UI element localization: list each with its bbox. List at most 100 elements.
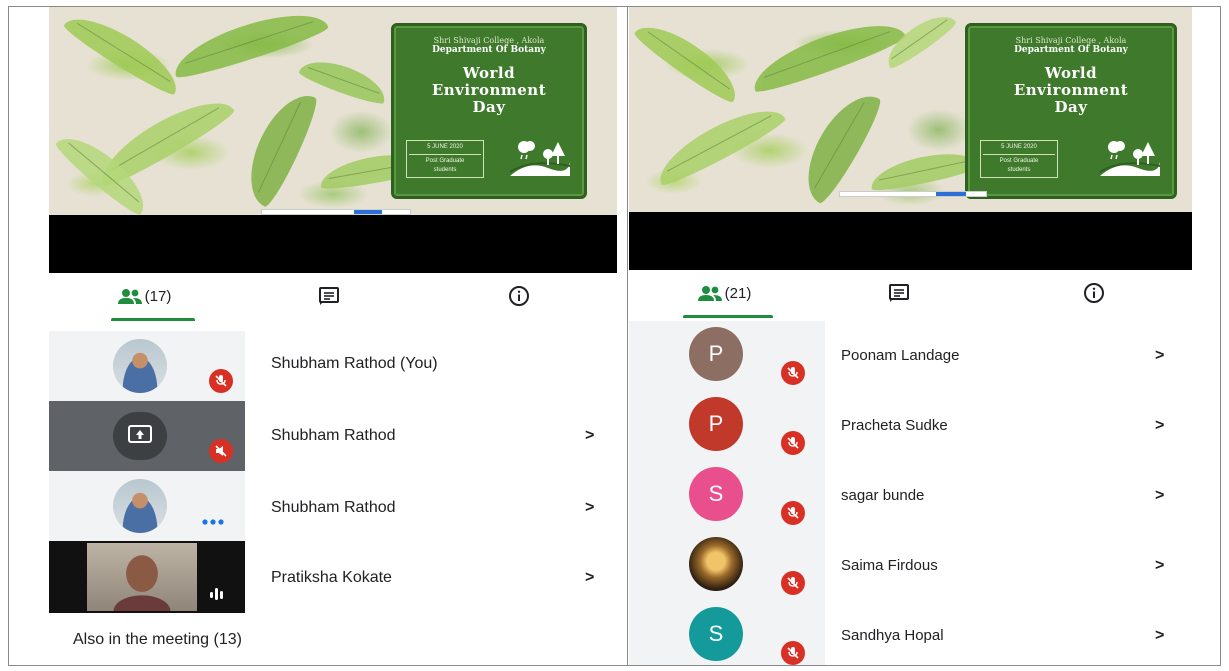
- participant-tile: [49, 471, 245, 541]
- presentation-slide: Shri Shivaji College , Akola Department …: [629, 7, 1192, 212]
- banner-title: World Environment Day: [394, 65, 584, 116]
- video-feed: [87, 543, 197, 611]
- tab-participants[interactable]: (21): [669, 270, 779, 316]
- participant-tile: P: [629, 391, 825, 461]
- avatar-letter: P: [708, 341, 724, 366]
- participant-name: Saima Firdous: [841, 557, 938, 574]
- participant-tile: P: [629, 321, 825, 391]
- tab-meeting-info[interactable]: [1064, 270, 1124, 316]
- participant-row[interactable]: Saima Firdous >: [629, 531, 1192, 601]
- avatar-letter: S: [708, 481, 724, 506]
- mic-off-icon: [781, 641, 805, 665]
- banner-title-line3: Day: [1054, 98, 1088, 116]
- participant-tile: S: [629, 601, 825, 665]
- banner-title: World Environment Day: [968, 65, 1174, 116]
- people-icon: [697, 285, 723, 301]
- chevron-right-icon[interactable]: >: [585, 427, 594, 445]
- banner-title-line2: Environment: [1013, 81, 1129, 99]
- participant-row[interactable]: P Poonam Landage >: [629, 321, 1192, 391]
- banner-date: 5 JUNE 2020: [409, 143, 481, 155]
- avatar: P: [689, 327, 743, 381]
- banner-info-line1: Post Graduate: [425, 158, 465, 164]
- banner-title-line2: Environment: [431, 81, 547, 99]
- participant-name: Poonam Landage: [841, 347, 960, 364]
- participant-row[interactable]: Shubham Rathod (You): [49, 331, 617, 401]
- tab-participants[interactable]: (17): [89, 273, 199, 319]
- participant-row[interactable]: Pratiksha Kokate >: [49, 541, 617, 613]
- tab-active-indicator: [111, 318, 195, 321]
- participant-name: Shubham Rathod: [271, 499, 396, 516]
- banner-department: Department Of Botany: [432, 45, 546, 55]
- participant-row[interactable]: Ssagar bunde >: [629, 461, 1192, 531]
- info-icon: [1083, 282, 1105, 304]
- frame-divider: [627, 7, 628, 665]
- people-icon: [117, 288, 143, 304]
- participants-count: (21): [724, 284, 752, 302]
- avatar: S: [689, 607, 743, 661]
- mic-off-icon: [781, 431, 805, 455]
- banner-info-box: 5 JUNE 2020 Post Graduate students: [980, 140, 1058, 178]
- chevron-right-icon[interactable]: >: [1155, 347, 1164, 365]
- participant-row[interactable]: P Pracheta Sudke >: [629, 391, 1192, 461]
- participant-tile: S: [629, 461, 825, 531]
- avatar: [689, 537, 743, 591]
- chat-icon: [318, 286, 340, 306]
- tab-chat[interactable]: [869, 270, 929, 316]
- info-icon: [508, 285, 530, 307]
- participant-tile: [49, 331, 245, 401]
- avatar-letter: P: [708, 411, 724, 436]
- speaking-icon: [209, 585, 229, 608]
- banner-title-line3: Day: [472, 98, 506, 116]
- banner-department: Department Of Botany: [1014, 45, 1128, 55]
- mic-off-icon: [209, 439, 233, 463]
- banner-info-line1: Post Graduate: [999, 158, 1039, 164]
- participant-name: Sandhya Hopal: [841, 627, 944, 644]
- event-banner: Shri Shivaji College , Akola Department …: [965, 23, 1177, 199]
- side-panel-tabs: (17): [49, 273, 617, 321]
- chevron-right-icon[interactable]: >: [585, 569, 594, 587]
- participant-video: [49, 541, 245, 613]
- participant-name: Pratiksha Kokate: [271, 569, 392, 586]
- avatar: S: [689, 467, 743, 521]
- mic-off-icon: [209, 369, 233, 393]
- meet-panel-right: Shri Shivaji College , Akola Department …: [629, 7, 1192, 665]
- avatar-letter: S: [708, 621, 724, 646]
- banner-college: Shri Shivaji College , Akola: [1015, 36, 1127, 45]
- banner-info-line2: students: [1007, 167, 1031, 173]
- also-in-meeting-label: Also in the meeting (13): [73, 631, 242, 648]
- participant-tile: [629, 531, 825, 601]
- participant-row[interactable]: Shubham Rathod >: [49, 401, 617, 471]
- tab-meeting-info[interactable]: [489, 273, 549, 319]
- participant-tile: [49, 401, 245, 471]
- participant-name: Shubham Rathod (You): [271, 355, 438, 372]
- participant-row[interactable]: Shubham Rathod >: [49, 471, 617, 541]
- avatar: P: [689, 397, 743, 451]
- tab-chat[interactable]: [299, 273, 359, 319]
- landscape-icon: [509, 141, 571, 176]
- mic-off-icon: [781, 361, 805, 385]
- banner-title-line1: World: [1044, 64, 1098, 82]
- banner-date: 5 JUNE 2020: [983, 143, 1055, 155]
- participants-count: (17): [144, 287, 172, 305]
- meet-panel-left: Shri Shivaji College , Akola Department …: [49, 7, 617, 665]
- side-panel-tabs: (21): [629, 270, 1192, 318]
- chevron-right-icon[interactable]: >: [1155, 627, 1164, 645]
- participant-name: Pracheta Sudke: [841, 417, 948, 434]
- more-dots-icon: [201, 513, 225, 531]
- screen-share-icon: [128, 425, 152, 450]
- mic-off-icon: [781, 571, 805, 595]
- video-area: [49, 215, 617, 273]
- participant-row[interactable]: S Sandhya Hopal >: [629, 601, 1192, 665]
- banner-info-line2: students: [433, 167, 457, 173]
- banner-college: Shri Shivaji College , Akola: [433, 36, 545, 45]
- chevron-right-icon[interactable]: >: [585, 499, 594, 517]
- avatar: [113, 339, 167, 393]
- chevron-right-icon[interactable]: >: [1155, 557, 1164, 575]
- chevron-right-icon[interactable]: >: [1155, 487, 1164, 505]
- participant-name: sagar bunde: [841, 487, 925, 504]
- chevron-right-icon[interactable]: >: [1155, 417, 1164, 435]
- video-area: [629, 212, 1192, 270]
- mic-off-icon: [781, 501, 805, 525]
- avatar: [113, 479, 167, 533]
- participant-name: Shubham Rathod: [271, 427, 396, 444]
